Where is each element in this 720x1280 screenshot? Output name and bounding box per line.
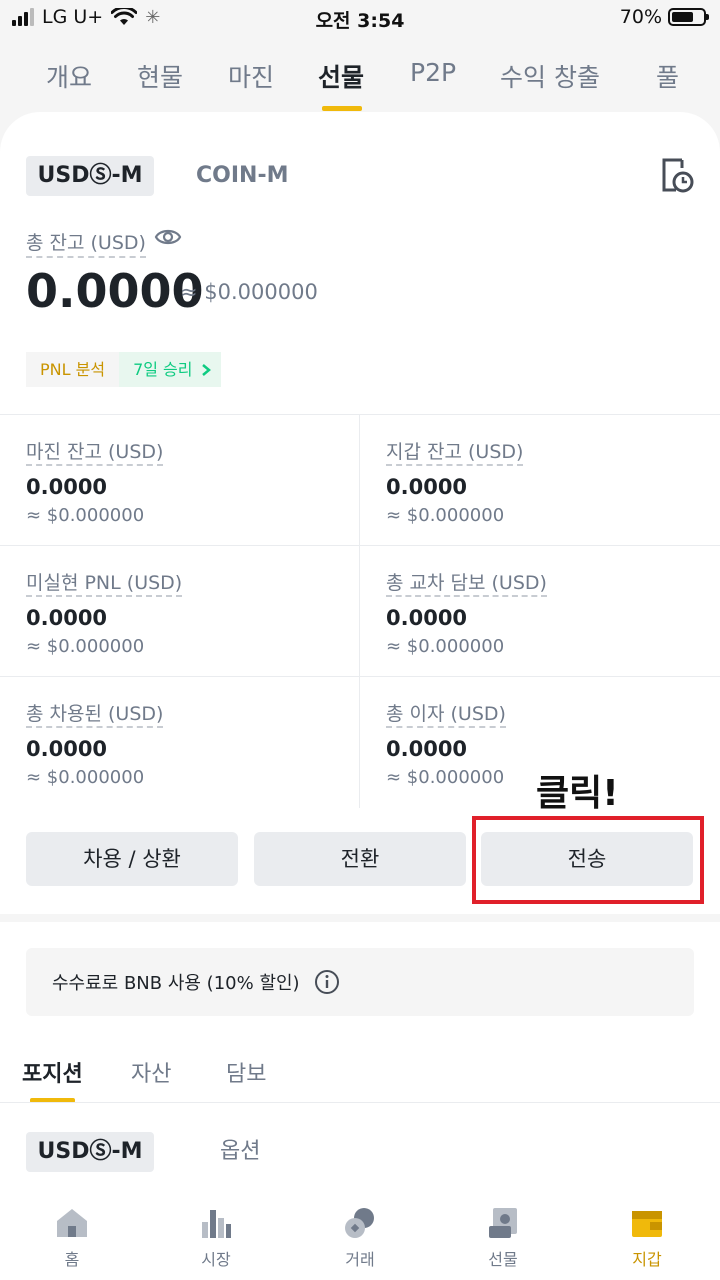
positions-segment-options[interactable]: 옵션 — [220, 1132, 260, 1172]
stats-grid: 마진 잔고 (USD) 0.0000 ≈ $0.000000 지갑 잔고 (US… — [0, 414, 720, 808]
tab-margin[interactable]: 마진 — [228, 58, 274, 94]
stat-value: 0.0000 — [26, 606, 108, 630]
tab-p2p[interactable]: P2P — [410, 58, 456, 87]
active-tab-indicator — [322, 106, 362, 111]
section-separator — [0, 914, 720, 922]
stat-label: 지갑 잔고 (USD) — [386, 437, 524, 466]
pnl-badge[interactable]: PNL 분석 7일 승리 — [26, 352, 221, 387]
stat-wallet-balance: 지갑 잔고 (USD) 0.0000 ≈ $0.000000 — [360, 415, 720, 546]
stat-approx: ≈ $0.000000 — [386, 636, 505, 657]
status-right: 70% — [619, 6, 709, 28]
segment-coin-m[interactable]: COIN-M — [196, 156, 288, 196]
stat-unrealized-pnl: 미실현 PNL (USD) 0.0000 ≈ $0.000000 — [0, 546, 360, 677]
click-annotation: 클릭! — [536, 773, 619, 814]
futures-card: USDⓈ-M COIN-M 총 잔고 (USD) 0.0000 ≈ $0.000… — [0, 112, 720, 1280]
wallet-top-tabs: 개요 현물 마진 선물 P2P 수익 창출 풀 — [0, 48, 720, 112]
stat-value: 0.0000 — [386, 475, 468, 499]
total-balance-approx: ≈ $0.000000 — [180, 280, 318, 304]
tab-pool[interactable]: 풀 — [656, 58, 679, 94]
nav-label: 지갑 — [632, 1250, 662, 1269]
battery-icon — [668, 8, 709, 26]
stat-value: 0.0000 — [386, 606, 468, 630]
nav-wallet[interactable]: 지갑 — [597, 1206, 697, 1270]
tab-futures[interactable]: 선물 — [318, 58, 364, 94]
nav-label: 선물 — [488, 1250, 518, 1269]
total-balance-label: 총 잔고 (USD) — [26, 228, 146, 258]
futures-icon — [489, 1208, 517, 1238]
bnb-fee-toggle[interactable]: 수수료로 BNB 사용 (10% 할인) — [26, 948, 694, 1016]
tab-spot[interactable]: 현물 — [137, 58, 183, 94]
home-icon — [57, 1209, 87, 1237]
nav-futures[interactable]: 선물 — [453, 1206, 553, 1270]
stat-value: 0.0000 — [386, 737, 468, 761]
status-bar: LG U+ ✳ 오전 3:54 70% — [0, 0, 720, 36]
stat-label: 미실현 PNL (USD) — [26, 568, 183, 597]
wallet-icon — [632, 1211, 662, 1237]
total-balance-value: 0.0000 — [26, 264, 204, 318]
battery-percent: 70% — [619, 6, 662, 28]
status-time: 오전 3:54 — [315, 10, 405, 32]
borrow-repay-button[interactable]: 차용 / 상환 — [26, 832, 238, 886]
stat-margin-balance: 마진 잔고 (USD) 0.0000 ≈ $0.000000 — [0, 415, 360, 546]
convert-button[interactable]: 전환 — [254, 832, 466, 886]
stat-approx: ≈ $0.000000 — [386, 767, 505, 788]
tab-collateral[interactable]: 담보 — [226, 1056, 266, 1088]
stat-approx: ≈ $0.000000 — [386, 505, 505, 526]
stat-approx: ≈ $0.000000 — [26, 767, 145, 788]
nav-label: 홈 — [64, 1250, 80, 1269]
chevron-right-icon — [201, 363, 211, 376]
tab-earn[interactable]: 수익 창출 — [500, 58, 600, 94]
info-icon[interactable] — [314, 969, 340, 995]
stat-label: 총 이자 (USD) — [386, 699, 506, 728]
nav-markets[interactable]: 시장 — [166, 1206, 266, 1270]
eye-icon[interactable] — [154, 226, 182, 248]
stat-total-borrowed: 총 차용된 (USD) 0.0000 ≈ $0.000000 — [0, 677, 360, 808]
pnl-analysis-label: PNL 분석 — [26, 352, 120, 387]
stat-approx: ≈ $0.000000 — [26, 505, 145, 526]
nav-trade[interactable]: 거래 — [310, 1206, 410, 1270]
pnl-7day-label: 7일 승리 — [133, 360, 193, 379]
stat-approx: ≈ $0.000000 — [26, 636, 145, 657]
annotation-highlight-box — [472, 816, 704, 904]
divider — [0, 1102, 720, 1103]
pnl-7day-win: 7일 승리 — [119, 352, 221, 387]
stat-label: 총 교차 담보 (USD) — [386, 568, 547, 597]
nav-home[interactable]: 홈 — [22, 1206, 122, 1270]
bnb-fee-label: 수수료로 BNB 사용 (10% 할인) — [52, 973, 300, 994]
stat-value: 0.0000 — [26, 737, 108, 761]
history-icon[interactable] — [660, 156, 694, 194]
tab-positions[interactable]: 포지션 — [22, 1056, 83, 1088]
markets-icon — [202, 1210, 231, 1238]
positions-segment-usds-m[interactable]: USDⓈ-M — [26, 1132, 154, 1172]
bottom-nav: 홈 시장 거래 선물 지갑 — [0, 1194, 720, 1280]
tab-assets[interactable]: 자산 — [131, 1056, 171, 1088]
stat-label: 마진 잔고 (USD) — [26, 437, 164, 466]
nav-label: 거래 — [345, 1250, 375, 1269]
segment-usds-m[interactable]: USDⓈ-M — [26, 156, 154, 196]
nav-label: 시장 — [201, 1250, 231, 1269]
stat-cross-collateral: 총 교차 담보 (USD) 0.0000 ≈ $0.000000 — [360, 546, 720, 677]
stat-value: 0.0000 — [26, 475, 108, 499]
stat-label: 총 차용된 (USD) — [26, 699, 164, 728]
tab-overview[interactable]: 개요 — [46, 58, 92, 94]
trade-icon — [345, 1208, 374, 1238]
